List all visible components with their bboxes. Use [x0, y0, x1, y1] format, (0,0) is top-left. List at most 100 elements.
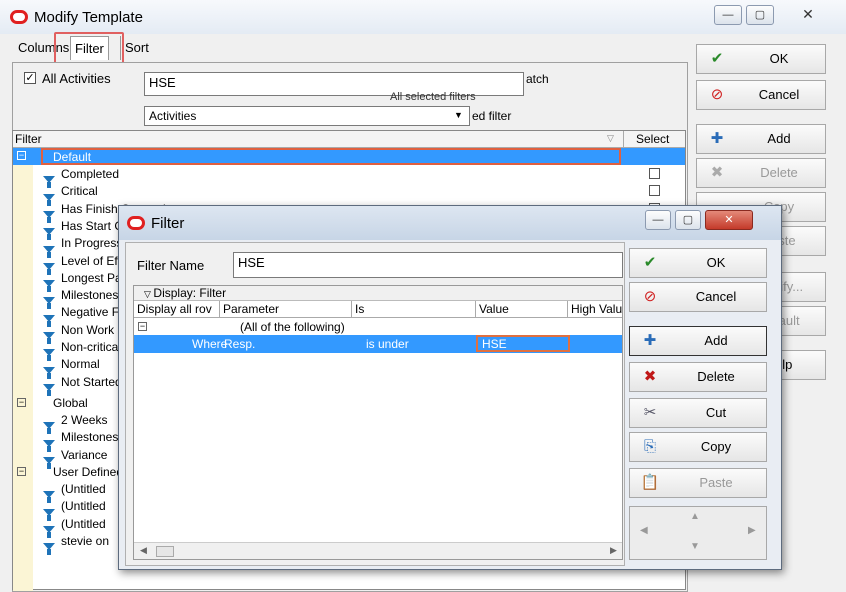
cancel-icon: ⊘: [643, 288, 657, 305]
maximize-button[interactable]: ▢: [746, 5, 774, 25]
grid-col-select[interactable]: Select: [623, 131, 685, 148]
dialog-cancel-button[interactable]: ⊘ Cancel: [629, 282, 767, 312]
horizontal-scrollbar[interactable]: ◀ ▶: [134, 542, 622, 559]
dialog-add-button[interactable]: ✚ Add: [629, 326, 767, 356]
minimize-button[interactable]: —: [714, 5, 742, 25]
grid-header: Filter ▽ Select: [13, 131, 685, 148]
col-display-all-rows[interactable]: Display all rov: [134, 301, 220, 317]
tab-sort[interactable]: Sort: [120, 36, 153, 60]
list-item-label: Completed: [61, 167, 120, 181]
col-value[interactable]: Value: [476, 301, 568, 317]
scroll-right-icon: ▶: [610, 545, 617, 555]
all-activities-checkbox[interactable]: ✓: [24, 72, 36, 84]
filter-name-label: Filter Name: [137, 258, 205, 273]
ed-filter-label: ed filter: [472, 109, 512, 123]
collapse-icon: −: [17, 466, 26, 476]
scissors-icon: ✂: [643, 404, 657, 421]
reorder-arrows: ◀ ▲ ▼ ▶: [629, 506, 767, 560]
dialog-title: Filter: [151, 215, 185, 232]
dialog-delete-button[interactable]: ✖ Delete: [629, 362, 767, 392]
list-item-label: Critical: [61, 184, 98, 199]
filter-icon: [43, 543, 55, 556]
list-item[interactable]: Completed: [13, 165, 685, 189]
check-icon: ✔: [643, 254, 657, 271]
dialog-minimize-button[interactable]: —: [645, 210, 671, 230]
add-button[interactable]: ✚ Add: [696, 124, 826, 154]
criteria-value-cell[interactable]: HSE: [476, 335, 570, 352]
list-item[interactable]: Critical: [13, 182, 685, 206]
criteria-row-group[interactable]: − (All of the following): [134, 318, 622, 335]
list-item-label: stevie on: [61, 533, 110, 548]
list-item-label: (Untitled: [61, 516, 106, 531]
dialog-title-bar: Filter — ▢ ✕: [119, 206, 781, 240]
dialog-close-button[interactable]: ✕: [705, 210, 753, 230]
sort-icon: ▽: [607, 133, 614, 143]
title-bar: Modify Template — ▢ ✕: [0, 0, 846, 34]
select-checkbox[interactable]: [649, 168, 660, 179]
select-checkbox[interactable]: [649, 185, 660, 197]
filter-dialog: Filter — ▢ ✕ Filter Name HSE ▽ Display: …: [118, 205, 782, 570]
move-right-icon[interactable]: ▶: [748, 525, 756, 536]
criteria-is-value: is under: [366, 337, 409, 351]
dialog-paste-button[interactable]: 📋 Paste: [629, 468, 767, 498]
collapse-icon: −: [17, 397, 26, 407]
all-selected-filters-radio-label[interactable]: All selected filters: [390, 91, 476, 103]
col-parameter[interactable]: Parameter: [220, 301, 352, 317]
dialog-button-panel: ✔ OK ⊘ Cancel ✚ Add ✖ Delete ✂ Cut ⎘ Copy 📋 Pas…: [627, 242, 781, 566]
move-down-icon[interactable]: ▼: [690, 541, 700, 552]
display-filter-header[interactable]: ▽ Display: Filter: [134, 286, 622, 301]
close-button[interactable]: ✕: [786, 5, 830, 25]
add-icon: ✚: [710, 130, 724, 147]
ok-button[interactable]: ✔ OK: [696, 44, 826, 74]
window-title: Modify Template: [34, 9, 143, 26]
move-left-icon[interactable]: ◀: [640, 525, 648, 536]
list-item-label: Non-critical: [61, 340, 122, 354]
oracle-logo-icon: [10, 10, 28, 24]
cancel-button[interactable]: ⊘ Cancel: [696, 80, 826, 110]
col-is[interactable]: Is: [352, 301, 476, 317]
scroll-thumb: [156, 546, 174, 557]
list-item-label: Variance: [61, 447, 108, 462]
move-up-icon[interactable]: ▲: [690, 511, 700, 522]
dialog-ok-button[interactable]: ✔ OK: [629, 248, 767, 278]
chevron-down-icon[interactable]: ▼: [454, 110, 463, 120]
list-item-label: Milestones: [61, 430, 119, 445]
list-item-label: 2 Weeks: [61, 413, 108, 427]
criteria-where-label: Where: [192, 337, 228, 351]
criteria-column-headers: Display all rov Parameter Is Value High …: [134, 301, 622, 318]
filter-icon: [43, 383, 55, 396]
filter-icon: [43, 456, 55, 469]
dialog-copy-button[interactable]: ⎘ Copy: [629, 432, 767, 462]
list-item-label: Milestones: [61, 288, 119, 303]
delete-button[interactable]: ✖ Delete: [696, 158, 826, 188]
delete-icon: ✖: [643, 368, 657, 385]
dialog-cut-button[interactable]: ✂ Cut: [629, 398, 767, 428]
list-item-label: Non Work: [61, 322, 115, 337]
collapse-icon: −: [138, 321, 147, 331]
activities-select[interactable]: Activities: [144, 106, 470, 126]
check-icon: ✔: [710, 50, 724, 67]
collapse-icon: −: [17, 150, 26, 160]
criteria-row-selected[interactable]: Where Resp. is under HSE: [134, 335, 622, 353]
selection-frame: [41, 148, 621, 165]
delete-icon: ✖: [710, 164, 724, 181]
list-item-label: (Untitled: [61, 482, 106, 496]
paste-icon: 📋: [640, 474, 660, 491]
grid-col-filter[interactable]: Filter: [15, 132, 42, 146]
chevron-down-icon: ▽: [144, 289, 154, 299]
copy-icon: ⎘: [643, 438, 656, 455]
match-label: atch: [526, 72, 549, 86]
list-item-label: (Untitled: [61, 499, 106, 514]
dialog-maximize-button[interactable]: ▢: [675, 210, 701, 230]
add-icon: ✚: [643, 332, 657, 349]
scroll-left-icon: ◀: [140, 545, 147, 555]
criteria-parameter-value: Resp.: [224, 337, 256, 351]
oracle-logo-icon: [127, 216, 145, 230]
all-activities-label: All Activities: [42, 71, 111, 86]
list-item-label: Normal: [61, 357, 100, 372]
list-item-label: Not Started: [61, 374, 122, 389]
criteria-grid: ▽ Display: Filter Display all rov Parame…: [133, 285, 623, 560]
col-high-value[interactable]: High Valu: [568, 301, 622, 317]
filter-name-input[interactable]: HSE: [233, 252, 623, 278]
list-item-label: In Progress: [61, 236, 123, 251]
